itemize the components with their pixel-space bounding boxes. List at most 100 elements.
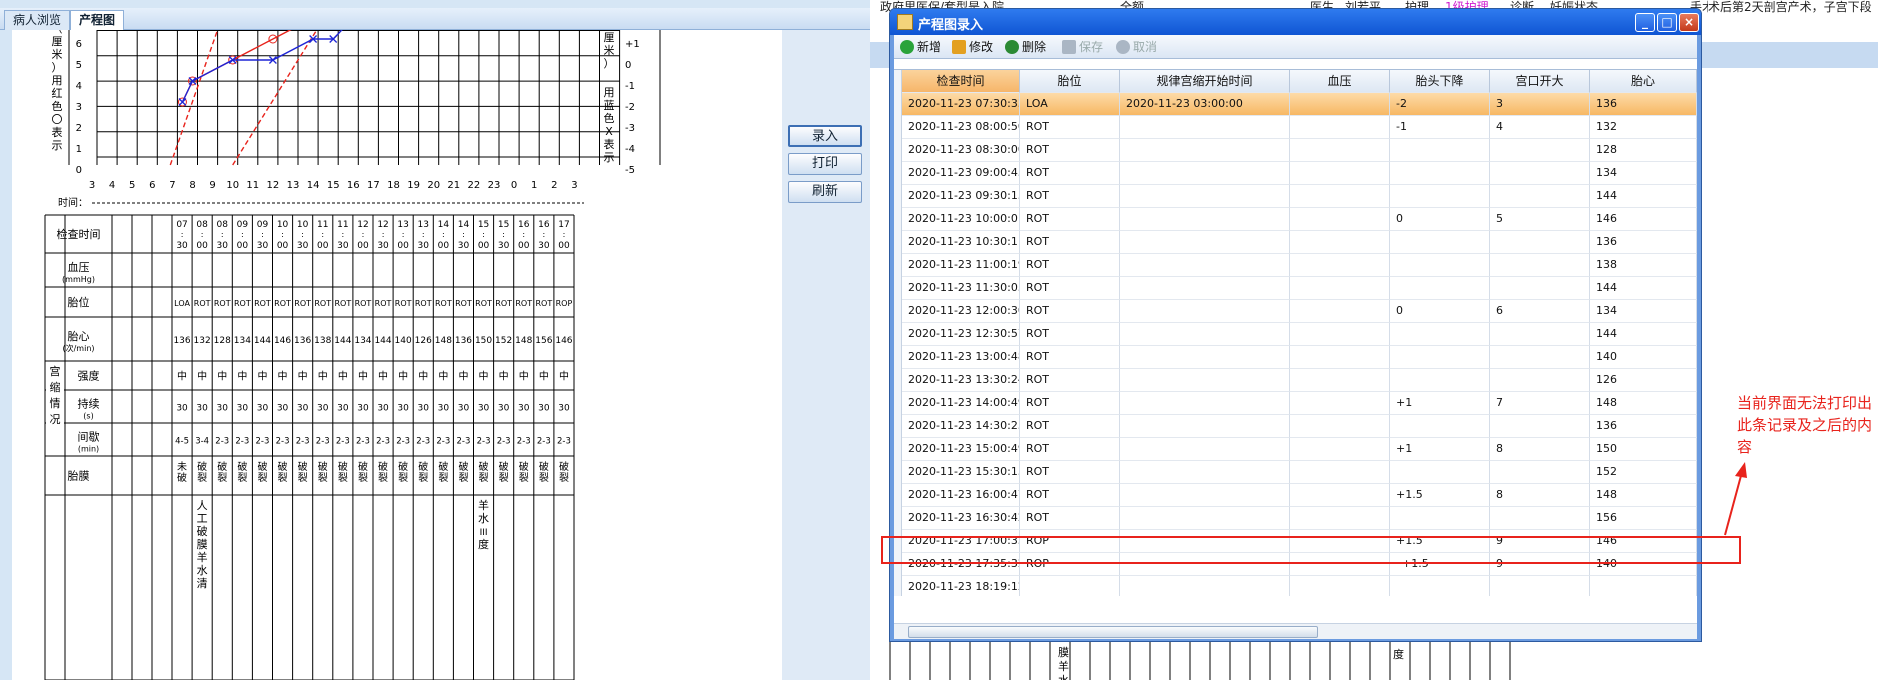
col-check-time[interactable]: 检查时间 <box>902 70 1020 93</box>
cell-fhr[interactable]: 148 <box>1590 392 1697 415</box>
cell-pos[interactable]: ROT <box>1020 369 1120 392</box>
cell-desc[interactable] <box>1390 369 1490 392</box>
cell-desc[interactable] <box>1390 461 1490 484</box>
cell-time[interactable]: 2020-11-23 11:30:05 <box>902 277 1020 300</box>
cell-start[interactable] <box>1120 576 1290 596</box>
cell-bp[interactable] <box>1290 231 1390 254</box>
add-button[interactable]: 新增 <box>900 38 941 56</box>
cell-dil[interactable] <box>1490 323 1590 346</box>
cell-time[interactable]: 2020-11-23 09:00:45 <box>902 162 1020 185</box>
cell-fhr[interactable]: 136 <box>1590 93 1697 116</box>
cell-desc[interactable] <box>1390 254 1490 277</box>
table-row[interactable]: 2020-11-23 09:30:15 ROT 144 <box>894 185 1697 208</box>
row-indicator[interactable] <box>894 346 902 369</box>
cell-fhr[interactable]: 138 <box>1590 254 1697 277</box>
cell-bp[interactable] <box>1290 185 1390 208</box>
cell-bp[interactable] <box>1290 461 1390 484</box>
cell-fhr[interactable]: 128 <box>1590 139 1697 162</box>
cell-pos[interactable]: ROT <box>1020 139 1120 162</box>
cell-start[interactable]: 2020-11-23 03:00:00 <box>1120 93 1290 116</box>
minimize-icon[interactable]: _ <box>1635 13 1655 32</box>
row-indicator[interactable] <box>894 438 902 461</box>
row-indicator[interactable] <box>894 254 902 277</box>
cell-dil[interactable]: 6 <box>1490 300 1590 323</box>
cell-dil[interactable]: 3 <box>1490 93 1590 116</box>
refresh-button[interactable]: 刷新 <box>788 181 862 203</box>
cell-time[interactable]: 2020-11-23 12:00:30 <box>902 300 1020 323</box>
cell-desc[interactable]: -1 <box>1390 116 1490 139</box>
cell-start[interactable] <box>1120 185 1290 208</box>
save-button[interactable]: 保存 <box>1062 38 1103 56</box>
cell-dil[interactable] <box>1490 139 1590 162</box>
cell-bp[interactable] <box>1290 208 1390 231</box>
col-position[interactable]: 胎位 <box>1020 70 1120 93</box>
cell-bp[interactable] <box>1290 93 1390 116</box>
table-row[interactable]: 2020-11-23 13:30:24 ROT 126 <box>894 369 1697 392</box>
cell-time[interactable]: 2020-11-23 18:19:12 <box>902 576 1020 596</box>
cell-dil[interactable]: 7 <box>1490 392 1590 415</box>
row-indicator[interactable] <box>894 576 902 596</box>
edit-button[interactable]: 修改 <box>952 38 993 56</box>
dialog-titlebar[interactable]: 产程图录入 _ □ × <box>890 9 1701 35</box>
cell-time[interactable]: 2020-11-23 13:00:48 <box>902 346 1020 369</box>
cell-time[interactable]: 2020-11-23 07:30:33 <box>902 93 1020 116</box>
cell-pos[interactable]: ROT <box>1020 415 1120 438</box>
cell-dil[interactable] <box>1490 369 1590 392</box>
cancel-button[interactable]: 取消 <box>1116 38 1157 56</box>
cell-time[interactable]: 2020-11-23 16:30:42 <box>902 507 1020 530</box>
cell-start[interactable] <box>1120 254 1290 277</box>
cell-start[interactable] <box>1120 300 1290 323</box>
table-row[interactable]: 2020-11-23 15:00:49 ROT +1 8 150 <box>894 438 1697 461</box>
col-head-descent[interactable]: 胎头下降 <box>1390 70 1490 93</box>
cell-dil[interactable]: 8 <box>1490 484 1590 507</box>
cell-pos[interactable]: ROT <box>1020 254 1120 277</box>
cell-dil[interactable] <box>1490 254 1590 277</box>
tab-partogram[interactable]: 产程图 <box>70 10 125 30</box>
row-indicator[interactable] <box>894 139 902 162</box>
cell-bp[interactable] <box>1290 139 1390 162</box>
cell-start[interactable] <box>1120 346 1290 369</box>
cell-start[interactable] <box>1120 116 1290 139</box>
cell-start[interactable] <box>1120 507 1290 530</box>
cell-pos[interactable]: ROT <box>1020 277 1120 300</box>
row-indicator[interactable] <box>894 415 902 438</box>
cell-time[interactable]: 2020-11-23 12:30:57 <box>902 323 1020 346</box>
row-indicator[interactable] <box>894 323 902 346</box>
cell-fhr[interactable]: 146 <box>1590 208 1697 231</box>
cell-time[interactable]: 2020-11-23 08:30:00 <box>902 139 1020 162</box>
cell-bp[interactable] <box>1290 392 1390 415</box>
cell-bp[interactable] <box>1290 323 1390 346</box>
print-button[interactable]: 打印 <box>788 153 862 175</box>
cell-pos[interactable]: ROT <box>1020 162 1120 185</box>
cell-desc[interactable] <box>1390 415 1490 438</box>
cell-fhr[interactable]: 136 <box>1590 231 1697 254</box>
table-row[interactable]: 2020-11-23 18:19:12 <box>894 576 1697 596</box>
cell-dil[interactable] <box>1490 185 1590 208</box>
row-indicator[interactable] <box>894 484 902 507</box>
cell-pos[interactable]: ROT <box>1020 392 1120 415</box>
cell-fhr[interactable]: 136 <box>1590 415 1697 438</box>
cell-bp[interactable] <box>1290 346 1390 369</box>
table-row[interactable]: 2020-11-23 11:00:19 ROT 138 <box>894 254 1697 277</box>
table-row[interactable]: 2020-11-23 16:00:47 ROT +1.5 8 148 <box>894 484 1697 507</box>
cell-time[interactable]: 2020-11-23 14:30:25 <box>902 415 1020 438</box>
row-indicator[interactable] <box>894 277 902 300</box>
cell-time[interactable]: 2020-11-23 13:30:24 <box>902 369 1020 392</box>
cell-fhr[interactable]: 132 <box>1590 116 1697 139</box>
row-indicator[interactable] <box>894 162 902 185</box>
cell-dil[interactable] <box>1490 415 1590 438</box>
cell-desc[interactable]: +1 <box>1390 438 1490 461</box>
cell-bp[interactable] <box>1290 438 1390 461</box>
table-row[interactable]: 2020-11-23 13:00:48 ROT 140 <box>894 346 1697 369</box>
table-row[interactable]: 2020-11-23 12:30:57 ROT 144 <box>894 323 1697 346</box>
cell-start[interactable] <box>1120 369 1290 392</box>
cell-time[interactable]: 2020-11-23 15:00:49 <box>902 438 1020 461</box>
cell-fhr[interactable]: 156 <box>1590 507 1697 530</box>
table-row[interactable]: 2020-11-23 12:00:30 ROT 0 6 134 <box>894 300 1697 323</box>
cell-fhr[interactable]: 152 <box>1590 461 1697 484</box>
row-indicator[interactable] <box>894 116 902 139</box>
tab-patient-browse[interactable]: 病人浏览 <box>4 10 71 30</box>
cell-dil[interactable]: 8 <box>1490 438 1590 461</box>
cell-fhr[interactable]: 144 <box>1590 277 1697 300</box>
cell-fhr[interactable]: 148 <box>1590 484 1697 507</box>
